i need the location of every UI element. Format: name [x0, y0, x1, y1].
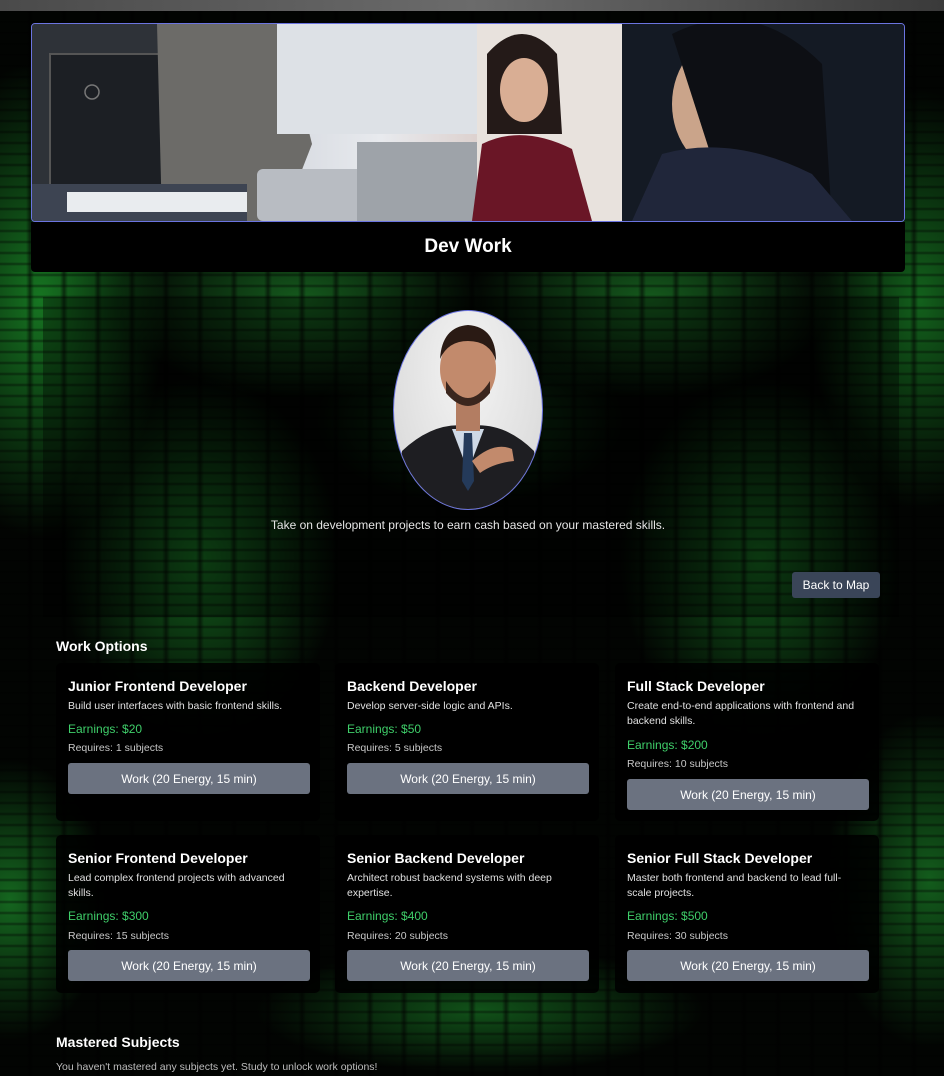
job-requirements: Requires: 20 subjects: [347, 930, 448, 942]
page-header: Dev Work: [31, 222, 905, 272]
job-card-backend: Backend Developer Develop server-side lo…: [335, 663, 599, 821]
back-to-map-button[interactable]: Back to Map: [792, 572, 880, 598]
businessman-portrait: [394, 325, 542, 509]
job-card-full-stack: Full Stack Developer Create end-to-end a…: [615, 663, 879, 821]
header-banner-image: [31, 23, 905, 222]
job-earnings: Earnings: $200: [627, 738, 708, 752]
intro-text: Take on development projects to earn cas…: [270, 518, 666, 532]
job-earnings: Earnings: $20: [68, 722, 143, 736]
job-earnings: Earnings: $50: [347, 722, 422, 736]
work-button[interactable]: Work (20 Energy, 15 min): [347, 950, 589, 981]
job-card-senior-backend: Senior Backend Developer Architect robus…: [335, 835, 599, 993]
job-description: Develop server-side logic and APIs.: [347, 700, 513, 712]
job-title: Senior Full Stack Developer: [627, 850, 813, 866]
job-description: Build user interfaces with basic fronten…: [68, 700, 283, 712]
job-description: Master both frontend and backend to lead…: [627, 872, 842, 899]
job-earnings: Earnings: $400: [347, 909, 428, 923]
page-title: Dev Work: [424, 236, 512, 257]
job-requirements: Requires: 30 subjects: [627, 930, 728, 942]
job-title: Backend Developer: [347, 678, 477, 694]
browser-top-strip: [0, 0, 944, 11]
job-requirements: Requires: 5 subjects: [347, 742, 443, 754]
work-button[interactable]: Work (20 Energy, 15 min): [627, 950, 869, 981]
job-description: Architect robust backend systems with de…: [347, 872, 552, 899]
work-button[interactable]: Work (20 Energy, 15 min): [627, 779, 869, 810]
job-earnings: Earnings: $300: [68, 909, 149, 923]
job-title: Junior Frontend Developer: [68, 678, 247, 694]
boss-avatar: [393, 310, 543, 510]
job-requirements: Requires: 10 subjects: [627, 758, 728, 770]
job-title: Senior Frontend Developer: [68, 850, 248, 866]
job-card-senior-frontend: Senior Frontend Developer Lead complex f…: [56, 835, 320, 993]
job-card-junior-frontend: Junior Frontend Developer Build user int…: [56, 663, 320, 821]
work-button[interactable]: Work (20 Energy, 15 min): [68, 950, 310, 981]
job-title: Full Stack Developer: [627, 678, 765, 694]
mastered-empty-text: You haven't mastered any subjects yet. S…: [56, 1061, 378, 1073]
job-description: Create end-to-end applications with fron…: [627, 700, 855, 727]
job-card-senior-full-stack: Senior Full Stack Developer Master both …: [615, 835, 879, 993]
job-earnings: Earnings: $500: [627, 909, 708, 923]
job-title: Senior Backend Developer: [347, 850, 525, 866]
job-requirements: Requires: 15 subjects: [68, 930, 169, 942]
work-button[interactable]: Work (20 Energy, 15 min): [68, 763, 310, 794]
mastered-subjects-title: Mastered Subjects: [56, 1034, 180, 1050]
work-button[interactable]: Work (20 Energy, 15 min): [347, 763, 589, 794]
office-team-photo: [32, 24, 904, 221]
job-requirements: Requires: 1 subjects: [68, 742, 164, 754]
work-options-title: Work Options: [56, 638, 148, 654]
job-description: Lead complex frontend projects with adva…: [68, 872, 285, 899]
